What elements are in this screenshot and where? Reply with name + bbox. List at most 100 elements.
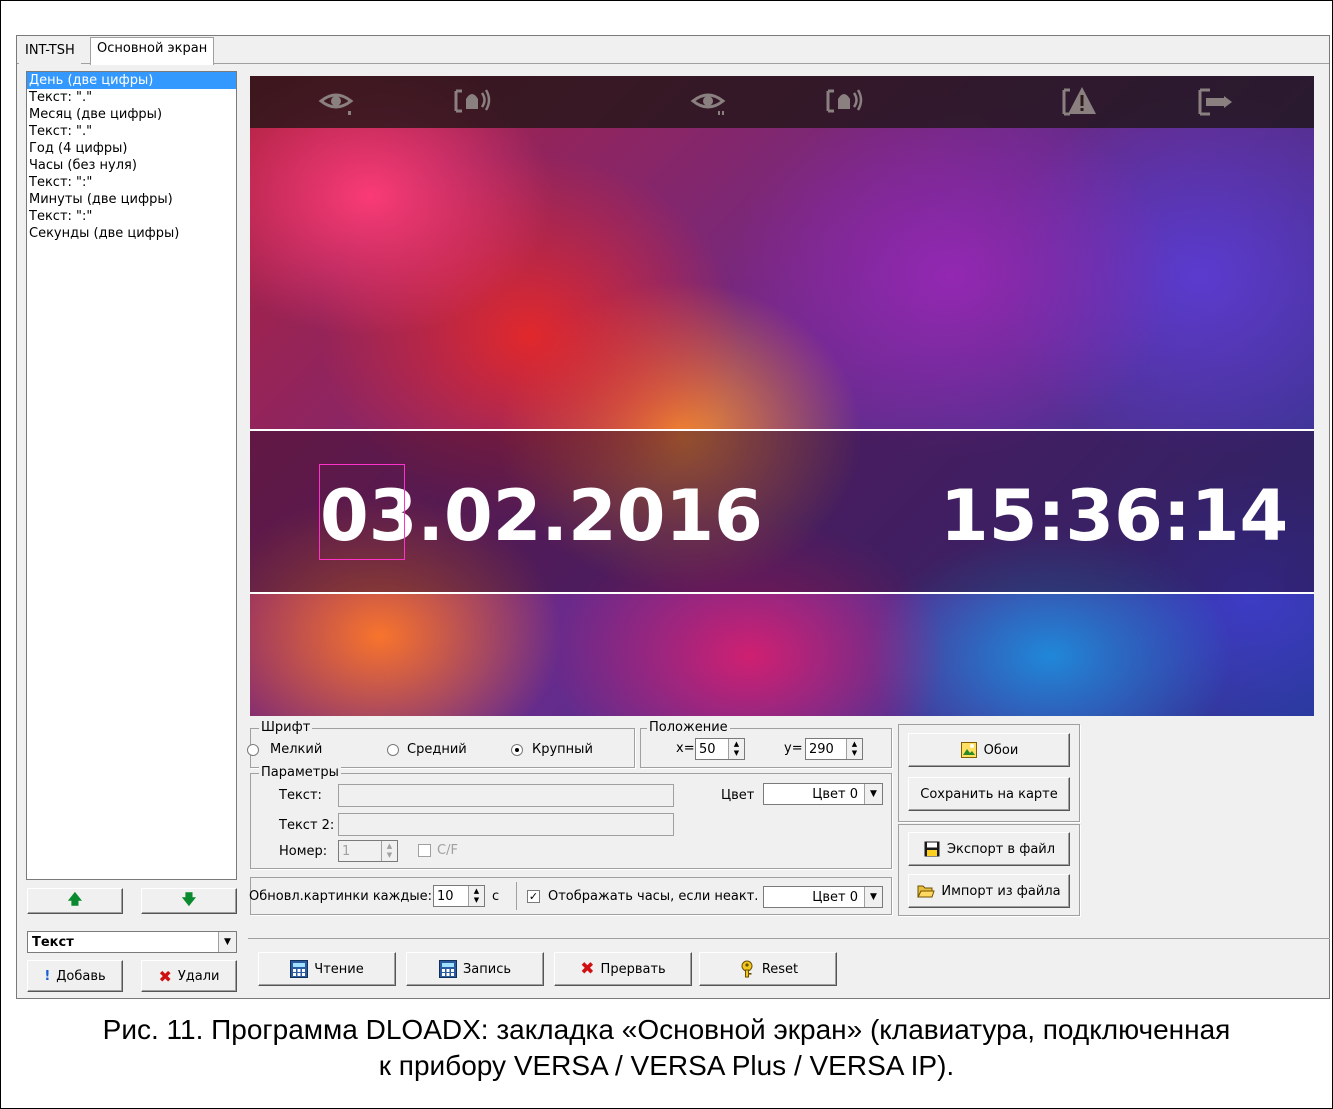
list-item[interactable]: Месяц (две цифры) — [27, 106, 236, 123]
picture-icon — [960, 741, 978, 759]
element-type-select[interactable]: Текст ▼ — [27, 931, 237, 953]
bottom-separator — [248, 938, 1330, 939]
list-item[interactable]: Текст: "." — [27, 89, 236, 106]
figure-caption: Рис. 11. Программа DLOADX: закладка «Осн… — [0, 1012, 1333, 1084]
preview-time: 15:36:14 — [940, 475, 1289, 557]
refresh-unit: с — [492, 889, 500, 904]
number-label: Номер: — [279, 844, 328, 859]
position-group: Положение x= 50 ▲ ▼ y= 290 ▲ ▼ — [640, 720, 892, 768]
show-clock-label: Отображать часы, если неакт. — [548, 889, 759, 904]
radio-small-label: Мелкий — [270, 742, 323, 757]
element-list[interactable]: День (две цифры) Текст: "." Месяц (две ц… — [26, 71, 237, 880]
list-item[interactable]: Текст: ":" — [27, 174, 236, 191]
move-down-button[interactable]: 🡇 — [141, 888, 237, 914]
import-button[interactable]: Импорт из файла — [908, 874, 1070, 908]
write-button[interactable]: Запись — [406, 952, 544, 986]
list-item[interactable]: Текст: ":" — [27, 208, 236, 225]
y-spinner[interactable]: 290 ▲ ▼ — [805, 738, 863, 760]
color-select[interactable]: Цвет 0 ▼ — [763, 783, 883, 805]
y-value: 290 — [809, 741, 834, 757]
add-button-label: Добавь — [56, 968, 106, 984]
radio-large[interactable] — [511, 744, 523, 756]
refresh-label: Обновл.картинки каждые: — [249, 889, 432, 904]
color-select-value: Цвет 0 — [812, 786, 858, 802]
warning-icon — [1058, 82, 1102, 122]
wallpaper-group: Обои Сохранить на карте — [898, 724, 1080, 822]
refresh-group: Обновл.картинки каждые: 10 ▲ ▼ с ✓ Отобра… — [249, 877, 892, 915]
refresh-color-select[interactable]: Цвет 0 ▼ — [763, 886, 883, 908]
read-button-label: Чтение — [314, 961, 364, 977]
key-icon — [738, 960, 756, 978]
radio-medium[interactable] — [387, 744, 399, 756]
list-item[interactable]: Текст: "." — [27, 123, 236, 140]
cf-checkbox[interactable] — [418, 844, 431, 857]
x-value: 50 — [699, 741, 716, 757]
spinner-arrows-icon: ▲ ▼ — [846, 739, 862, 759]
wallpaper-button[interactable]: Обои — [908, 733, 1070, 767]
number-spinner[interactable]: 1 ▲ ▼ — [338, 840, 398, 862]
radio-large-label: Крупный — [532, 742, 593, 757]
abort-button-label: Прервать — [600, 961, 666, 977]
export-button-label: Экспорт в файл — [946, 841, 1056, 857]
spinner-arrows-icon: ▲ ▼ — [381, 841, 397, 861]
wallpaper-button-label: Обои — [983, 742, 1019, 758]
reset-button[interactable]: Reset — [699, 952, 837, 986]
exclamation-icon: ! — [44, 968, 51, 984]
radio-medium-label: Средний — [407, 742, 467, 757]
eye-icon — [686, 82, 730, 122]
color-label: Цвет — [721, 788, 755, 803]
chevron-down-icon: ▼ — [864, 887, 882, 907]
screen-preview[interactable]: 03.02.2016 15:36:14 — [250, 76, 1314, 716]
number-value: 1 — [342, 843, 351, 859]
save-card-button-label: Сохранить на карте — [920, 786, 1058, 802]
abort-button[interactable]: ✖ Прервать — [554, 952, 692, 986]
selection-frame[interactable] — [319, 464, 405, 560]
delete-button[interactable]: ✖ Удали — [141, 960, 237, 992]
export-button[interactable]: Экспорт в файл — [908, 832, 1070, 866]
move-up-button[interactable]: 🡅 — [27, 888, 123, 914]
chevron-down-icon: ▼ — [864, 784, 882, 804]
reset-button-label: Reset — [761, 961, 799, 977]
text2-field[interactable] — [338, 813, 674, 836]
list-item[interactable]: Минуты (две цифры) — [27, 191, 236, 208]
font-group-title: Шрифт — [259, 720, 313, 735]
read-button[interactable]: Чтение — [258, 952, 396, 986]
show-clock-checkbox[interactable]: ✓ — [527, 890, 540, 903]
dloadx-window: INT-TSH Основной экран День (две цифры) … — [16, 35, 1330, 999]
preview-status-bar — [250, 76, 1314, 128]
exit-icon — [1194, 82, 1238, 122]
eye-icon — [314, 82, 358, 122]
list-item[interactable]: Секунды (две цифры) — [27, 225, 236, 242]
text-label: Текст: — [279, 788, 322, 803]
element-type-value: Текст — [32, 934, 74, 950]
radio-small[interactable] — [247, 744, 259, 756]
y-label: y= — [784, 741, 803, 756]
tab-main-screen[interactable]: Основной экран — [90, 37, 215, 65]
save-card-button[interactable]: Сохранить на карте — [908, 777, 1070, 811]
delete-x-icon: ✖ — [158, 966, 172, 986]
list-item[interactable]: Часы (без нуля) — [27, 157, 236, 174]
floppy-icon — [923, 840, 941, 858]
x-spinner[interactable]: 50 ▲ ▼ — [695, 738, 745, 760]
refresh-spinner[interactable]: 10 ▲ ▼ — [433, 885, 485, 907]
alarm-icon — [822, 82, 866, 122]
text2-label: Текст 2: — [279, 818, 335, 833]
font-group: Шрифт Мелкий Средний Крупный — [247, 720, 635, 768]
import-button-label: Импорт из файла — [941, 883, 1061, 899]
add-button[interactable]: ! Добавь — [27, 960, 123, 992]
text-field[interactable] — [338, 784, 674, 807]
arrow-up-icon: 🡅 — [67, 892, 83, 908]
params-group-title: Параметры — [259, 765, 341, 780]
list-item[interactable]: Год (4 цифры) — [27, 140, 236, 157]
alarm-icon — [450, 82, 494, 122]
caption-line-2: к прибору VERSA / VERSA Plus / VERSA IP)… — [378, 1050, 955, 1081]
folder-open-icon — [917, 882, 936, 900]
list-item[interactable]: День (две цифры) — [27, 72, 236, 89]
write-button-label: Запись — [462, 961, 512, 977]
tab-bar: INT-TSH Основной экран — [17, 36, 1329, 65]
position-group-title: Положение — [647, 720, 730, 735]
abort-x-icon: ✖ — [580, 959, 595, 979]
arrow-down-icon: 🡇 — [181, 892, 197, 908]
delete-button-label: Удали — [177, 968, 220, 984]
tab-int-tsh[interactable]: INT-TSH — [19, 40, 81, 64]
